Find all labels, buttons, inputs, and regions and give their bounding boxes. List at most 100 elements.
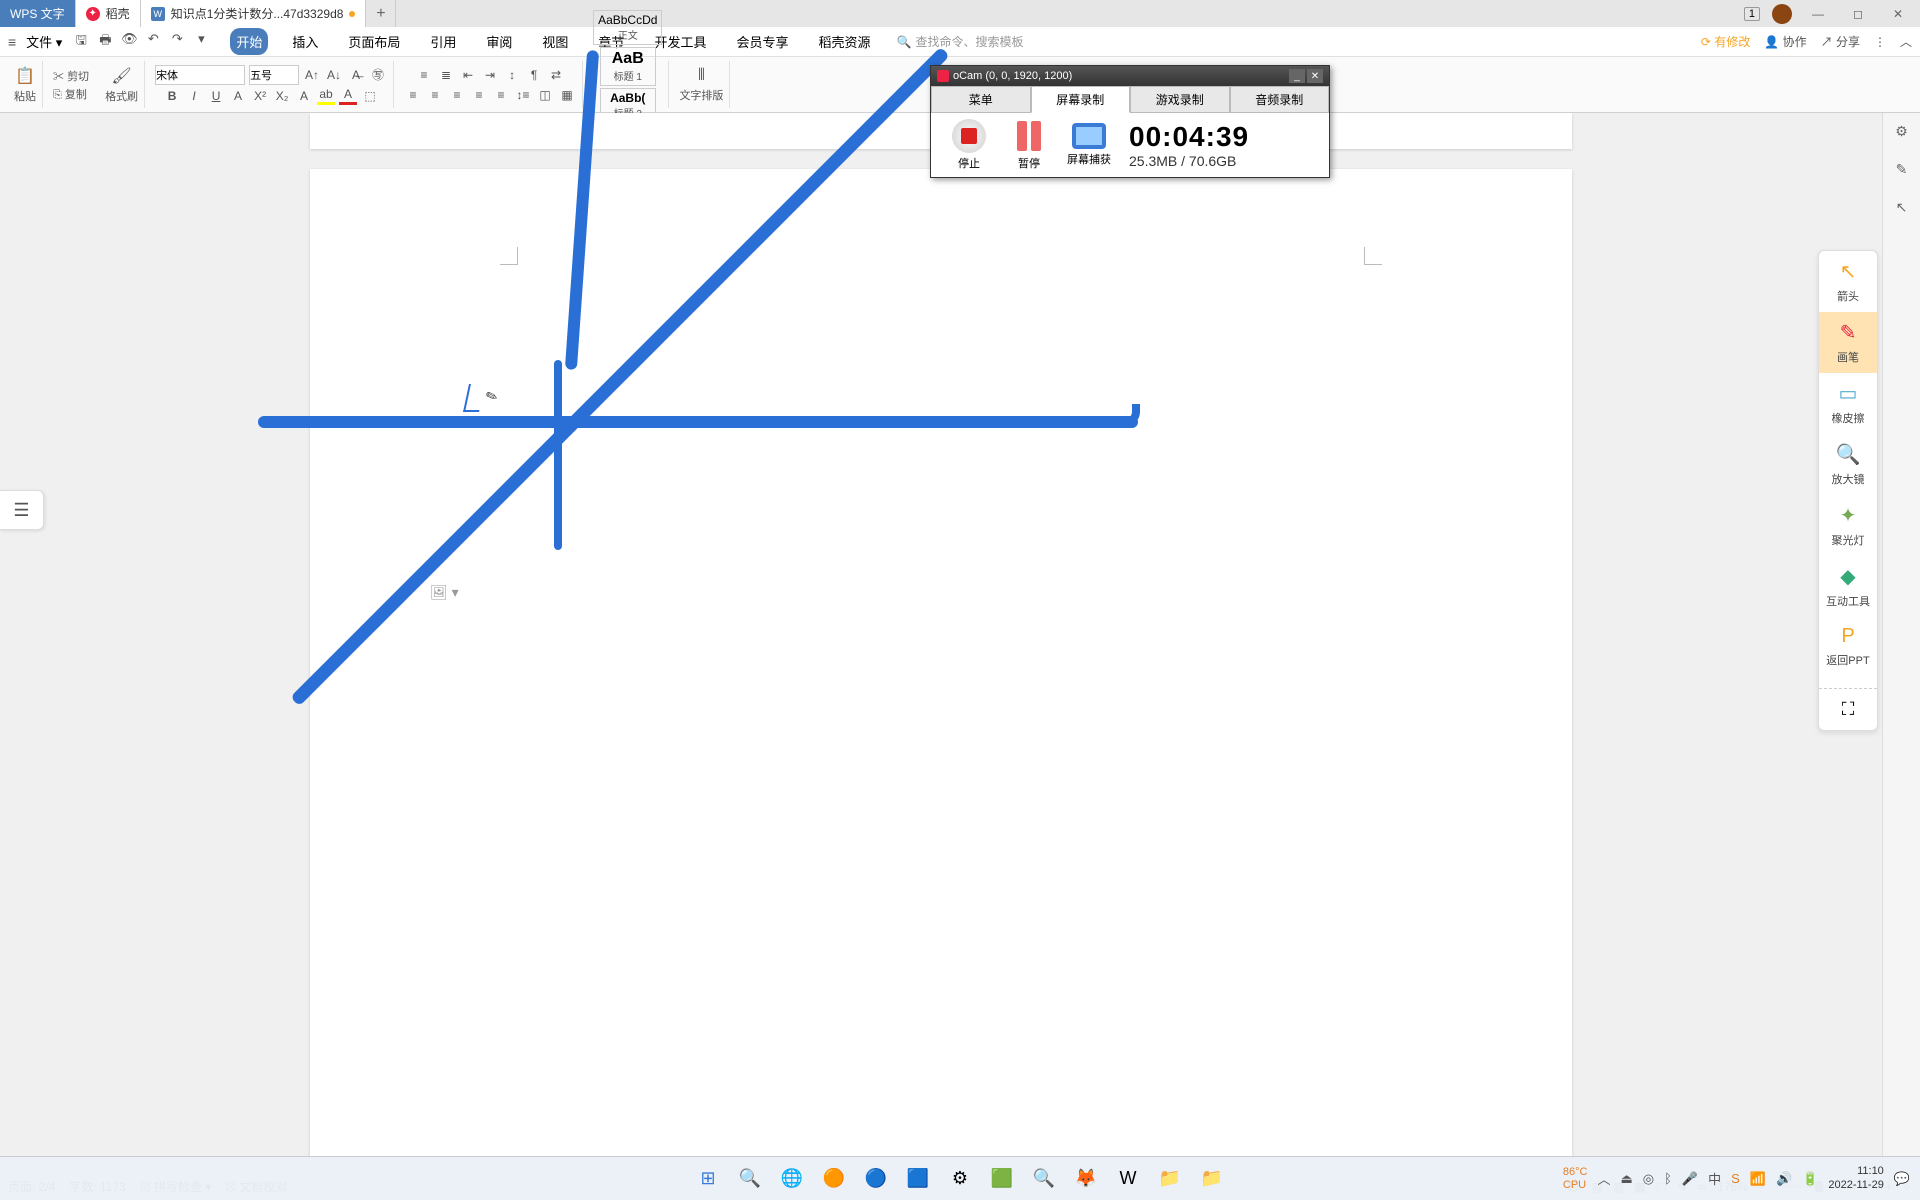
taskbar-app2-icon[interactable]: 🔵 xyxy=(859,1162,893,1196)
superscript-icon[interactable]: X² xyxy=(251,87,269,105)
cut-button[interactable]: ✂ 剪切 xyxy=(53,68,89,84)
copy-button[interactable]: ⎘ 复制 xyxy=(53,86,89,102)
qat-undo-icon[interactable]: ↶ xyxy=(144,31,162,53)
taskbar-app1-icon[interactable]: 🟠 xyxy=(817,1162,851,1196)
paste-icon[interactable]: 📋 xyxy=(15,66,35,86)
numbering-icon[interactable]: ≣ xyxy=(437,66,455,84)
ribbon-tab-member[interactable]: 会员专享 xyxy=(730,28,794,55)
ribbon-tab-layout[interactable]: 页面布局 xyxy=(342,28,406,55)
share-button[interactable]: ↗ 分享 xyxy=(1821,33,1860,50)
ocam-tab-menu[interactable]: 菜单 xyxy=(931,86,1031,113)
qat-dropdown-icon[interactable]: ▾ xyxy=(192,31,210,53)
underline-icon[interactable]: U xyxy=(207,87,225,105)
tray-temperature[interactable]: 86°CCPU xyxy=(1563,1166,1588,1190)
ribbon-tab-home[interactable]: 开始 xyxy=(230,28,268,55)
ribbon-tab-res[interactable]: 稻壳资源 xyxy=(812,28,876,55)
ocam-tab-audio[interactable]: 音频录制 xyxy=(1230,86,1330,113)
taskbar-app10-icon[interactable]: 📁 xyxy=(1195,1162,1229,1196)
close-button[interactable]: ✕ xyxy=(1884,4,1912,24)
ocam-stop-button[interactable]: 停止 xyxy=(939,119,999,171)
style-h1[interactable]: AaB标题 1 xyxy=(600,47,656,86)
tray-s-icon[interactable]: S xyxy=(1731,1171,1740,1186)
phonetic-icon[interactable]: ㊢ xyxy=(369,66,387,84)
ocam-tab-screen[interactable]: 屏幕录制 xyxy=(1031,86,1131,113)
indent-inc-icon[interactable]: ⇥ xyxy=(481,66,499,84)
bullets-icon[interactable]: ≡ xyxy=(415,66,433,84)
align-justify-icon[interactable]: ≡ xyxy=(470,86,488,104)
maximize-button[interactable]: ◻ xyxy=(1844,4,1872,24)
new-tab-button[interactable]: + xyxy=(366,0,396,27)
tray-clock[interactable]: 11:102022-11-29 xyxy=(1828,1165,1883,1191)
tray-wifi-icon[interactable]: 📶 xyxy=(1750,1171,1766,1187)
taskbar-app4-icon[interactable]: ⚙ xyxy=(943,1162,977,1196)
collab-button[interactable]: 👤 协作 xyxy=(1764,33,1806,50)
anno-tool-pen[interactable]: ✎画笔 xyxy=(1819,312,1877,373)
ocam-minimize-button[interactable]: _ xyxy=(1289,69,1305,83)
tray-usb-icon[interactable]: ⏏ xyxy=(1620,1171,1632,1187)
align-left-icon[interactable]: ≡ xyxy=(404,86,422,104)
app-tab-docshell[interactable]: ✦稻壳 xyxy=(76,0,141,27)
style-normal[interactable]: AaBbCcDd正文 xyxy=(593,10,662,45)
ocam-titlebar[interactable]: oCam (0, 0, 1920, 1200) _ ✕ xyxy=(931,66,1329,86)
indent-dec-icon[interactable]: ⇤ xyxy=(459,66,477,84)
format-painter-icon[interactable]: 🖌 xyxy=(111,66,131,86)
line-spacing-icon[interactable]: ↕≡ xyxy=(514,86,532,104)
tray-bt-icon[interactable]: ᛒ xyxy=(1664,1171,1672,1186)
taskbar-app8-icon[interactable]: W xyxy=(1111,1162,1145,1196)
tray-chevron-icon[interactable]: ︿ xyxy=(1597,1169,1610,1188)
command-search[interactable]: 🔍 查找命令、搜索模板 xyxy=(896,33,1023,50)
anno-tool-interact[interactable]: ◆互动工具 xyxy=(1819,556,1877,617)
anno-tool-return-ppt[interactable]: P返回PPT xyxy=(1819,617,1877,676)
align-center-icon[interactable]: ≡ xyxy=(426,86,444,104)
collapse-ribbon-icon[interactable]: ︿ xyxy=(1900,33,1912,50)
ocam-capture-button[interactable]: 屏幕捕获 xyxy=(1059,123,1119,167)
sort-icon[interactable]: ↕ xyxy=(503,66,521,84)
tray-app-icon[interactable]: ◎ xyxy=(1643,1171,1654,1187)
anno-tool-spotlight[interactable]: ✦聚光灯 xyxy=(1819,495,1877,556)
tray-mic-icon[interactable]: 🎤 xyxy=(1682,1171,1698,1187)
taskbar-app3-icon[interactable]: 🟦 xyxy=(901,1162,935,1196)
qat-redo-icon[interactable]: ↷ xyxy=(168,31,186,53)
app-menu-icon[interactable]: ≡ xyxy=(8,34,16,50)
taskbar-app5-icon[interactable]: 🟩 xyxy=(985,1162,1019,1196)
anno-fullscreen-button[interactable]: ⛶ xyxy=(1819,688,1877,730)
document-tab[interactable]: W 知识点1分类计数分...47d3329d8 xyxy=(141,0,367,27)
rail-tool-3-icon[interactable]: ↖ xyxy=(1890,195,1914,219)
tab-icon[interactable]: ⇄ xyxy=(547,66,565,84)
font-color-icon[interactable]: A xyxy=(295,87,313,105)
ocam-window[interactable]: oCam (0, 0, 1920, 1200) _ ✕ 菜单 屏幕录制 游戏录制… xyxy=(930,65,1330,178)
page[interactable]: 🖼 ▾ xyxy=(310,169,1572,1172)
anno-tool-eraser[interactable]: ▭橡皮擦 xyxy=(1819,373,1877,434)
user-avatar[interactable] xyxy=(1772,4,1792,24)
ribbon-tab-view[interactable]: 视图 xyxy=(536,28,574,55)
rail-tool-1-icon[interactable]: ⚙ xyxy=(1890,119,1914,143)
text-layout-icon[interactable]: ⫴ xyxy=(698,67,705,85)
has-changes-indicator[interactable]: ⟳ 有修改 xyxy=(1701,33,1750,50)
taskbar-app6-icon[interactable]: 🔍 xyxy=(1027,1162,1061,1196)
style-gallery[interactable]: AaBbCcDd正文 AaB标题 1 AaBb(标题 2 AaBb(标题 3 xyxy=(587,61,669,108)
anno-tool-magnifier[interactable]: 🔍放大镜 xyxy=(1819,434,1877,495)
taskbar-chrome-icon[interactable]: 🌐 xyxy=(775,1162,809,1196)
tray-volume-icon[interactable]: 🔊 xyxy=(1776,1171,1792,1187)
decrease-font-icon[interactable]: A↓ xyxy=(325,66,343,84)
align-dist-icon[interactable]: ≡ xyxy=(492,86,510,104)
para-mark-icon[interactable]: ¶ xyxy=(525,66,543,84)
text-color-icon[interactable]: A xyxy=(339,87,357,105)
rail-tool-2-icon[interactable]: ✎ xyxy=(1890,157,1914,181)
ribbon-tab-ref[interactable]: 引用 xyxy=(424,28,462,55)
qat-save-icon[interactable]: 🖫 xyxy=(72,31,90,53)
minimize-button[interactable]: — xyxy=(1804,4,1832,24)
ribbon-tab-insert[interactable]: 插入 xyxy=(286,28,324,55)
taskbar-app7-icon[interactable]: 🦊 xyxy=(1069,1162,1103,1196)
strike-icon[interactable]: A xyxy=(229,87,247,105)
app-tab-wps[interactable]: WPS 文字 xyxy=(0,0,76,27)
font-size-input[interactable] xyxy=(249,65,299,85)
taskbar-start-icon[interactable]: ⊞ xyxy=(691,1162,725,1196)
highlight-icon[interactable]: ab xyxy=(317,87,335,105)
file-menu[interactable]: 文件 ▾ xyxy=(22,30,66,53)
increase-font-icon[interactable]: A↑ xyxy=(303,66,321,84)
ribbon-tab-review[interactable]: 审阅 xyxy=(480,28,518,55)
align-right-icon[interactable]: ≡ xyxy=(448,86,466,104)
taskbar-search-icon[interactable]: 🔍 xyxy=(733,1162,767,1196)
ocam-close-button[interactable]: ✕ xyxy=(1307,69,1323,83)
